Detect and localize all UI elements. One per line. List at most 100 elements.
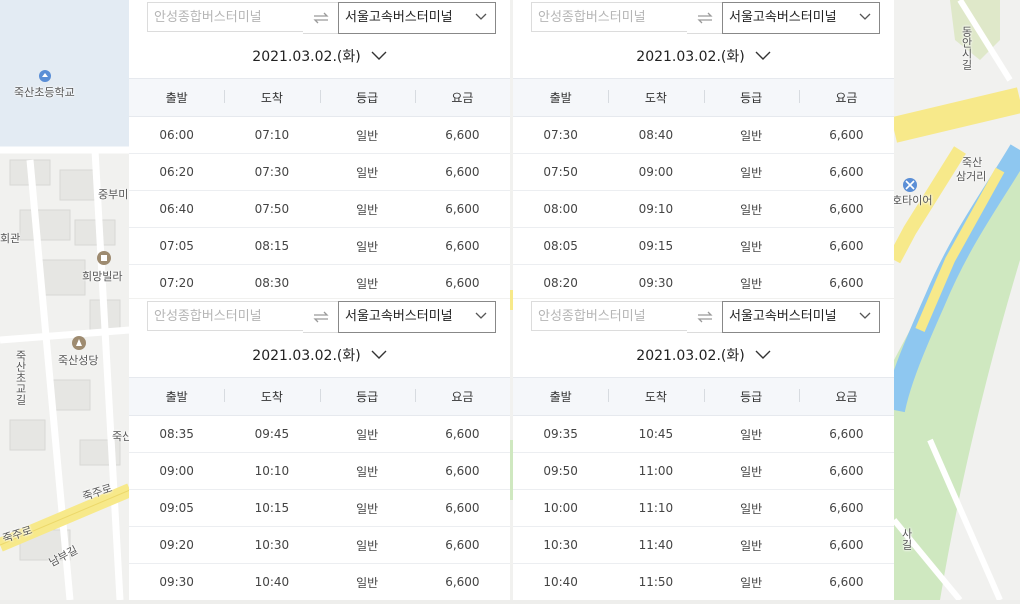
chevron-down-icon [475, 312, 487, 319]
departure-input[interactable]: 안성종합버스터미널 [531, 2, 687, 32]
table-row: 07:05 08:15 일반 6,600 [129, 228, 510, 265]
date-selector[interactable]: 2021.03.02.(화) [513, 341, 894, 369]
arrival-time: 11:10 [638, 501, 674, 515]
grade: 일반 [356, 239, 379, 254]
arrival-time: 11:00 [638, 464, 674, 478]
grade: 일반 [740, 427, 763, 442]
departure-time: 10:00 [543, 501, 578, 515]
map-label-jungbu: 중부미 [98, 188, 129, 201]
fare: 6,600 [829, 276, 864, 290]
departure-time: 09:35 [543, 427, 578, 441]
departure-time: 09:05 [159, 501, 194, 515]
grade: 일반 [356, 538, 379, 553]
arrival-time: 11:50 [638, 575, 674, 589]
fare: 6,600 [445, 165, 480, 179]
date-selector[interactable]: 2021.03.02.(화) [129, 341, 510, 369]
date-selector[interactable]: 2021.03.02.(화) [129, 42, 510, 70]
arrival-time: 09:15 [638, 239, 674, 253]
destination-select[interactable]: 서울고속버스터미널 [722, 301, 880, 333]
tire-poi-icon [903, 178, 917, 192]
grade: 일반 [740, 464, 763, 479]
departure-input[interactable]: 안성종합버스터미널 [147, 301, 303, 331]
departure-time: 06:20 [159, 165, 194, 179]
route-selector: 안성종합버스터미널 서울고속버스터미널 [147, 2, 497, 34]
col-grade: 등급 [703, 89, 799, 106]
grade: 일반 [356, 202, 379, 217]
swap-arrows-icon [696, 311, 713, 323]
col-arrival: 도착 [608, 89, 703, 106]
date-label: 2021.03.02.(화) [636, 49, 745, 65]
destination-label: 서울고속버스터미널 [345, 309, 453, 324]
fare: 6,600 [445, 276, 480, 290]
school-poi-icon [39, 70, 51, 82]
departure-time: 07:50 [543, 165, 578, 179]
table-row: 06:40 07:50 일반 6,600 [129, 191, 510, 228]
timetable-rows: 07:30 08:40 일반 6,600 07:50 09:00 일반 6,600 08:0… [513, 117, 894, 298]
chevron-down-icon [755, 51, 771, 60]
departure-time: 09:00 [159, 464, 194, 478]
grade: 일반 [740, 538, 763, 553]
timetable-rows: 08:35 09:45 일반 6,600 09:00 10:10 일반 6,600 09:0… [129, 416, 510, 600]
swap-arrows-icon [312, 12, 329, 24]
map-label-villa: 희망빌라 [82, 270, 123, 283]
fare: 6,600 [829, 538, 864, 552]
swap-button[interactable] [303, 2, 338, 34]
table-row: 06:20 07:30 일반 6,600 [129, 154, 510, 191]
fare: 6,600 [445, 538, 480, 552]
table-row: 06:00 07:10 일반 6,600 [129, 117, 510, 154]
destination-label: 서울고속버스터미널 [729, 10, 837, 25]
timetable-rows: 06:00 07:10 일반 6,600 06:20 07:30 일반 6,600 06:4… [129, 117, 510, 298]
destination-select[interactable]: 서울고속버스터미널 [338, 2, 496, 34]
arrival-time: 09:30 [638, 276, 674, 290]
arrival-time: 09:10 [638, 202, 674, 216]
departure-input[interactable]: 안성종합버스터미널 [531, 301, 687, 331]
swap-button[interactable] [303, 301, 338, 333]
departure-input[interactable]: 안성종합버스터미널 [147, 2, 303, 32]
table-header: 출발 도착 등급 요금 [129, 377, 510, 416]
table-row: 09:30 10:40 일반 6,600 [129, 564, 510, 600]
destination-select[interactable]: 서울고속버스터미널 [722, 2, 880, 34]
table-row: 07:20 08:30 일반 6,600 [129, 265, 510, 298]
church-poi-icon [72, 336, 86, 350]
arrival-time: 07:10 [254, 128, 290, 142]
destination-select[interactable]: 서울고속버스터미널 [338, 301, 496, 333]
departure-time: 09:50 [543, 464, 578, 478]
table-header: 출발 도착 등급 요금 [513, 377, 894, 416]
grade: 일반 [356, 464, 379, 479]
departure-time: 07:20 [159, 276, 194, 290]
date-selector[interactable]: 2021.03.02.(화) [513, 42, 894, 70]
col-arrival: 도착 [224, 89, 319, 106]
fare: 6,600 [445, 427, 480, 441]
departure-time: 08:00 [543, 202, 578, 216]
grade: 일반 [740, 501, 763, 516]
fare: 6,600 [829, 575, 864, 589]
swap-button[interactable] [687, 2, 722, 34]
departure-time: 06:40 [159, 202, 194, 216]
timetable-panel-2: 안성종합버스터미널 서울고속버스터미널 2021.03.02.(화) 출발 도착… [513, 0, 894, 298]
departure-time: 07:05 [159, 239, 194, 253]
departure-time: 10:30 [543, 538, 578, 552]
grade: 일반 [356, 128, 379, 143]
fare: 6,600 [829, 501, 864, 515]
grade: 일반 [356, 276, 379, 291]
grade: 일반 [740, 276, 763, 291]
fare: 6,600 [445, 239, 480, 253]
destination-label: 서울고속버스터미널 [345, 10, 453, 25]
departure-time: 10:40 [543, 575, 578, 589]
fare: 6,600 [829, 202, 864, 216]
table-row: 09:05 10:15 일반 6,600 [129, 490, 510, 527]
fare: 6,600 [829, 427, 864, 441]
grade: 일반 [740, 239, 763, 254]
fare: 6,600 [445, 202, 480, 216]
map-label-tonggil: 동안시길 [960, 26, 973, 70]
table-row: 09:20 10:30 일반 6,600 [129, 527, 510, 564]
table-row: 10:00 11:10 일반 6,600 [513, 490, 894, 527]
swap-arrows-icon [696, 12, 713, 24]
date-label: 2021.03.02.(화) [252, 348, 361, 364]
swap-button[interactable] [687, 301, 722, 333]
departure-time: 09:20 [159, 538, 194, 552]
fare: 6,600 [829, 128, 864, 142]
route-selector: 안성종합버스터미널 서울고속버스터미널 [531, 2, 881, 34]
timetable-panel-3: 안성종합버스터미널 서울고속버스터미널 2021.03.02.(화) 출발 도착… [129, 299, 510, 600]
map-label-sagil: 사길 [900, 528, 913, 550]
